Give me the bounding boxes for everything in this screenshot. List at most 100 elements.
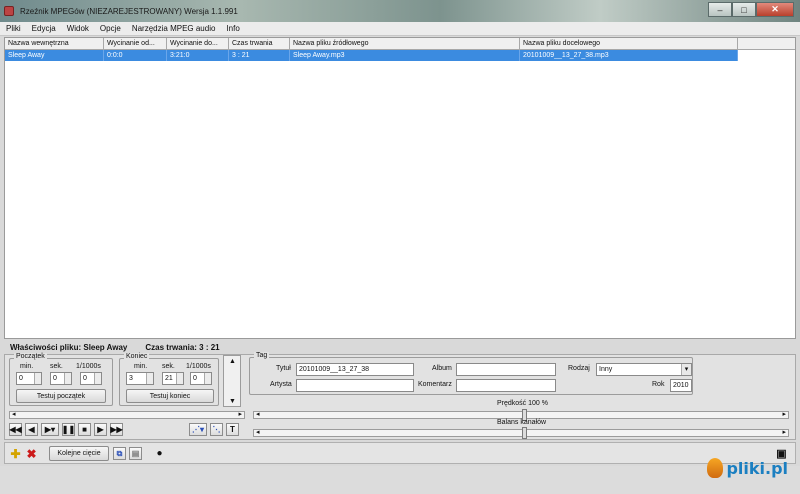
add-icon[interactable]: ✚ — [9, 447, 22, 461]
table-cell: Sleep Away.mp3 — [290, 50, 520, 61]
fast-forward-icon[interactable]: ▶▶ — [110, 423, 123, 436]
end-min-spinner[interactable]: 3 — [126, 372, 154, 385]
next-icon[interactable]: ▶ — [94, 423, 107, 436]
bottom-toolbar: ✚ ✖ Kolejne cięcie ⧉ ▤ ● ▣ — [4, 442, 796, 464]
start-min-spinner[interactable]: 0 — [16, 372, 42, 385]
file-properties: Właściwości pliku: Sleep Away Czas trwan… — [4, 341, 796, 353]
slider-left-icon[interactable]: ◂ — [12, 411, 16, 419]
prev-icon[interactable]: ◀ — [25, 423, 38, 436]
album-field[interactable] — [456, 363, 556, 376]
start-min-label: min. — [20, 363, 34, 370]
slider-left-icon[interactable]: ◂ — [256, 411, 260, 419]
end-group: Koniec min. sek. 1/1000s 3 21 0 Testuj k… — [119, 353, 219, 406]
window-title: Rzeźnik MPEGów (NIEZAREJESTROWANY) Wersj… — [20, 6, 238, 16]
balance-slider[interactable]: ◂ ▸ — [253, 427, 789, 439]
close-button[interactable]: ✕ — [756, 2, 794, 17]
start-group: Początek min. sek. 1/1000s 0 0 0 Testuj … — [9, 353, 113, 406]
list-header: Nazwa wewnętrzna Wycinanie od... Wycinan… — [5, 38, 795, 50]
column-header[interactable]: Nazwa pliku docelowego — [520, 38, 738, 49]
slider-right-icon[interactable]: ▸ — [782, 429, 786, 437]
logo-text: pliki.pl — [726, 458, 788, 478]
scroll-down-icon[interactable]: ▼ — [229, 398, 236, 406]
menu-narzedzia[interactable]: Narzędzia MPEG audio — [132, 24, 216, 33]
table-cell: 3:21:0 — [167, 50, 229, 61]
tag-group-title: Tag — [254, 352, 270, 359]
table-cell: 0:0:0 — [104, 50, 167, 61]
rewind-icon[interactable]: ◀◀ — [9, 423, 22, 436]
menu-opcje[interactable]: Opcje — [100, 24, 121, 33]
minimize-button[interactable]: – — [708, 2, 732, 17]
title-bar: Rzeźnik MPEGów (NIEZAREJESTROWANY) Wersj… — [0, 0, 800, 22]
column-header[interactable]: Wycinanie do... — [167, 38, 229, 49]
title-field[interactable]: 20101009__13_27_38 — [296, 363, 414, 376]
paste-icon[interactable]: ▤ — [129, 447, 142, 460]
menu-bar: Pliki Edycja Widok Opcje Narzędzia MPEG … — [0, 22, 800, 36]
speed-slider[interactable]: ◂ ▸ — [253, 409, 789, 421]
end-ms-label: 1/1000s — [186, 363, 211, 370]
position-slider[interactable]: ◂ ▸ — [9, 411, 245, 419]
year-label: Rok — [652, 381, 665, 388]
delete-icon[interactable]: ✖ — [25, 447, 38, 461]
menu-edycja[interactable]: Edycja — [32, 24, 56, 33]
end-sec-label: sek. — [162, 363, 175, 370]
start-ms-spinner[interactable]: 0 — [80, 372, 102, 385]
menu-pliki[interactable]: Pliki — [6, 24, 21, 33]
window-controls: – □ ✕ — [708, 2, 794, 17]
end-group-title: Koniec — [124, 353, 150, 360]
balance-label: Balans kanałów — [497, 419, 547, 426]
tag-editor-icon[interactable]: T — [226, 423, 239, 436]
maximize-button[interactable]: □ — [732, 2, 756, 17]
logo-mark-icon — [707, 458, 724, 478]
genre-label: Rodzaj — [568, 365, 590, 372]
table-row[interactable]: Sleep Away 0:0:0 3:21:0 3 : 21 Sleep Awa… — [5, 50, 738, 61]
column-header[interactable]: Wycinanie od... — [104, 38, 167, 49]
genre-select-value: Inny — [599, 366, 613, 373]
genre-select[interactable]: Inny ▾ — [596, 363, 692, 376]
fade-in-icon[interactable]: ⋰▾ — [189, 423, 207, 436]
chevron-down-icon[interactable]: ▾ — [681, 364, 691, 375]
column-header[interactable]: Nazwa wewnętrzna — [5, 38, 104, 49]
file-list[interactable]: Nazwa wewnętrzna Wycinanie od... Wycinan… — [4, 37, 796, 339]
next-cut-button[interactable]: Kolejne cięcie — [49, 446, 109, 461]
start-ms-label: 1/1000s — [76, 363, 101, 370]
column-header[interactable]: Nazwa pliku źródłowego — [290, 38, 520, 49]
slider-right-icon[interactable]: ▸ — [238, 411, 242, 419]
slider-right-icon[interactable]: ▸ — [782, 411, 786, 419]
start-group-title: Początek — [14, 353, 47, 360]
fade-out-icon[interactable]: ⋱ — [210, 423, 223, 436]
stop-icon[interactable]: ■ — [78, 423, 91, 436]
tag-group: Tag Tytuł 20101009__13_27_38 Artysta Alb… — [249, 352, 693, 395]
menu-widok[interactable]: Widok — [67, 24, 89, 33]
end-sec-spinner[interactable]: 21 — [162, 372, 184, 385]
file-properties-label: Właściwości pliku: Sleep Away — [10, 342, 128, 352]
end-ms-spinner[interactable]: 0 — [190, 372, 212, 385]
table-cell: Sleep Away — [5, 50, 104, 61]
table-cell: 20101009__13_27_38.mp3 — [520, 50, 738, 61]
comment-label: Komentarz — [418, 381, 452, 388]
vertical-scrollbar[interactable]: ▲ ▼ — [223, 355, 241, 407]
record-icon[interactable]: ● — [153, 447, 166, 460]
speed-label: Prędkość 100 % — [497, 400, 548, 407]
scroll-up-icon[interactable]: ▲ — [229, 358, 236, 366]
balance-slider-thumb[interactable] — [522, 427, 527, 439]
test-end-button[interactable]: Testuj koniec — [126, 389, 214, 403]
column-header[interactable]: Czas trwania — [229, 38, 290, 49]
start-sec-spinner[interactable]: 0 — [50, 372, 72, 385]
album-label: Album — [432, 365, 452, 372]
play-icon[interactable]: ▶▾ — [41, 423, 59, 436]
slider-left-icon[interactable]: ◂ — [256, 429, 260, 437]
title-label: Tytuł — [276, 365, 291, 372]
end-min-label: min. — [134, 363, 148, 370]
status-bar — [0, 466, 800, 494]
artist-field[interactable] — [296, 379, 414, 392]
test-start-button[interactable]: Testuj początek — [16, 389, 106, 403]
artist-label: Artysta — [270, 381, 292, 388]
comment-field[interactable] — [456, 379, 556, 392]
menu-info[interactable]: Info — [226, 24, 239, 33]
year-field[interactable]: 2010 — [670, 379, 692, 392]
table-cell: 3 : 21 — [229, 50, 290, 61]
start-sec-label: sek. — [50, 363, 63, 370]
app-icon — [4, 6, 14, 16]
copy-icon[interactable]: ⧉ — [113, 447, 126, 460]
pause-icon[interactable]: ❚❚ — [62, 423, 75, 436]
